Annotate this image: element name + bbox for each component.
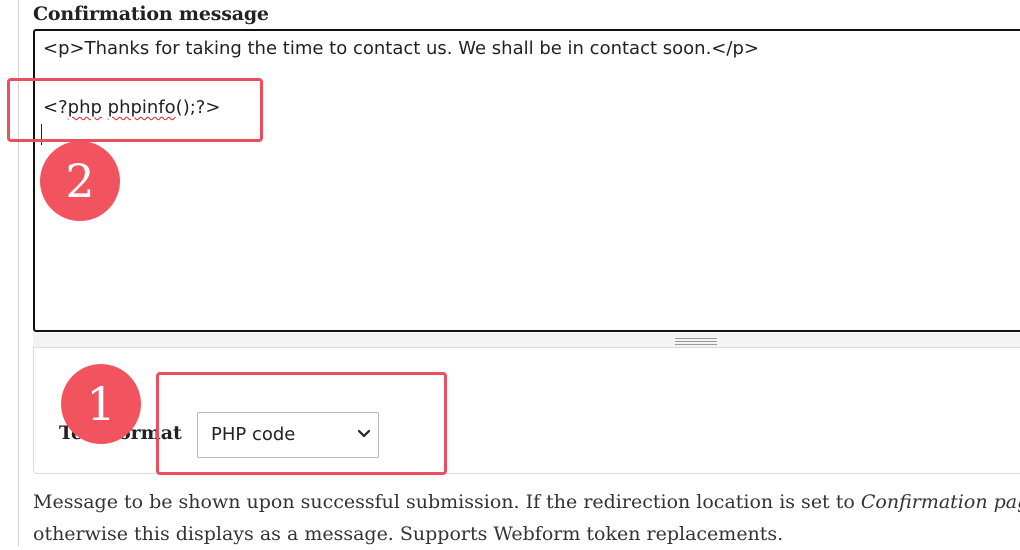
confirmation-message-textarea[interactable]: <p>Thanks for taking the time to contact… [33,29,1020,332]
highlight-php-code [7,78,263,142]
resize-grip-icon [675,338,717,339]
description-emphasis: Confirmation page [860,491,1020,513]
resize-grip-icon [675,341,717,342]
field-description: Message to be shown upon successful subm… [33,486,1020,550]
editor-line-1: <p>Thanks for taking the time to contact… [43,38,759,59]
description-text: Message to be shown upon successful subm… [33,491,861,513]
textarea-resize-handle[interactable] [33,333,1020,348]
step-badge-1: 1 [61,364,141,444]
step-badge-2: 2 [40,141,120,221]
highlight-text-format [156,372,447,475]
confirmation-message-label: Confirmation message [33,3,269,25]
description-line-2: otherwise this displays as a message. Su… [33,523,784,545]
description-line-1: Message to be shown upon successful subm… [33,486,1020,518]
resize-grip-icon [675,344,717,345]
